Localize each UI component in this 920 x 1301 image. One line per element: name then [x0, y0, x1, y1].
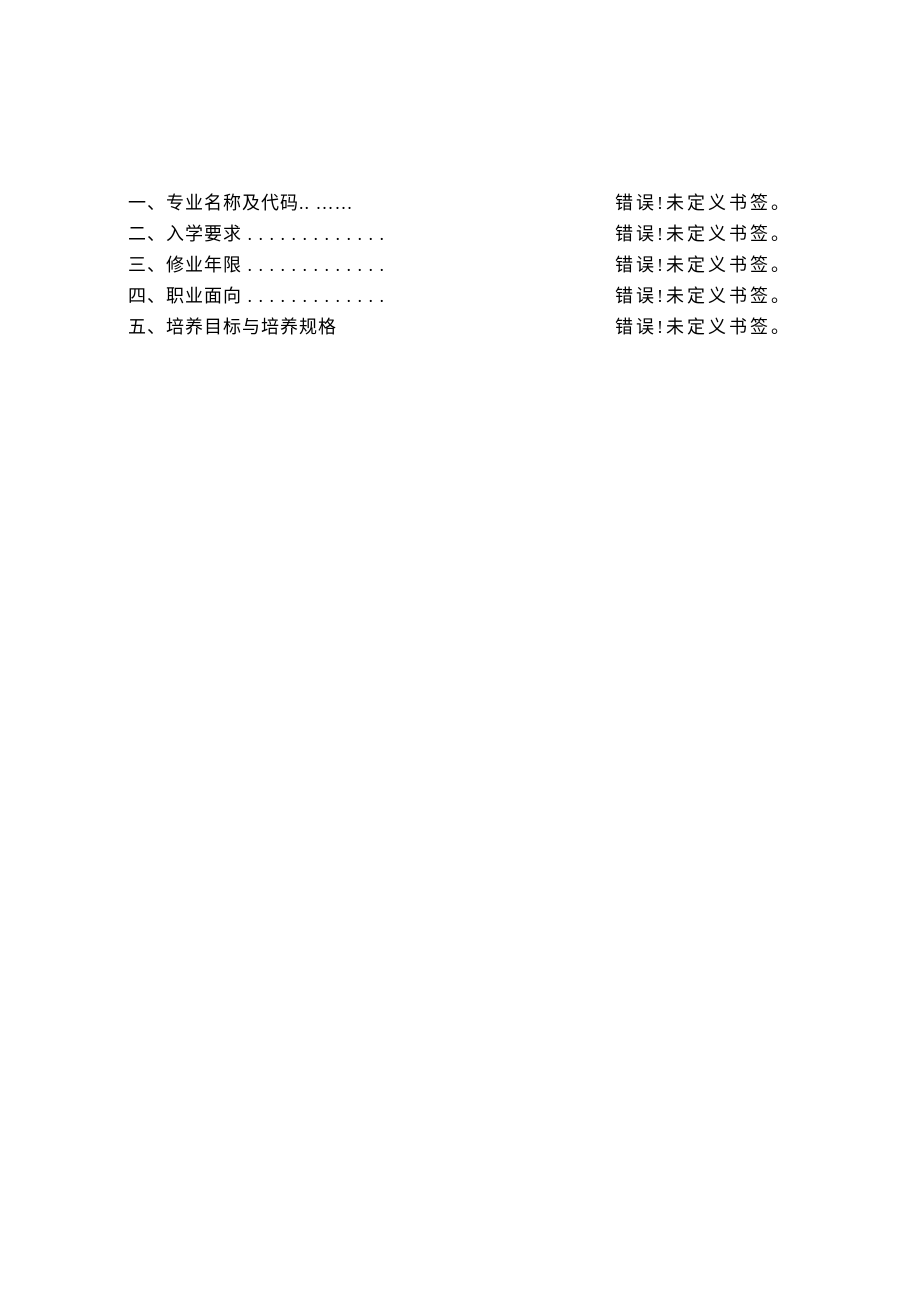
toc-entry: 一、专业名称及代码.. …… 错误!未定义书签。	[128, 188, 792, 218]
toc-entry-label: 五、培养目标与培养规格	[128, 312, 337, 342]
toc-entry: 二、入学要求 . . . . . . . . . . . . . 错误!未定义书…	[128, 219, 792, 249]
toc-entry-error: 错误!未定义书签。	[615, 219, 792, 249]
toc-entry-label: 二、入学要求 . . . . . . . . . . . . .	[128, 219, 385, 249]
toc-entry-label: 一、专业名称及代码.. ……	[128, 188, 354, 218]
toc-entry: 三、修业年限 . . . . . . . . . . . . . 错误!未定义书…	[128, 250, 792, 280]
toc-entry-label: 三、修业年限 . . . . . . . . . . . . .	[128, 250, 385, 280]
toc-entry: 五、培养目标与培养规格 错误!未定义书签。	[128, 312, 792, 342]
toc-entry-label: 四、职业面向 . . . . . . . . . . . . .	[128, 281, 385, 311]
toc-entry-error: 错误!未定义书签。	[615, 281, 792, 311]
toc-entry-error: 错误!未定义书签。	[615, 250, 792, 280]
table-of-contents: 一、专业名称及代码.. …… 错误!未定义书签。 二、入学要求 . . . . …	[128, 188, 792, 342]
toc-entry: 四、职业面向 . . . . . . . . . . . . . 错误!未定义书…	[128, 281, 792, 311]
toc-entry-error: 错误!未定义书签。	[615, 312, 792, 342]
toc-entry-error: 错误!未定义书签。	[615, 188, 792, 218]
